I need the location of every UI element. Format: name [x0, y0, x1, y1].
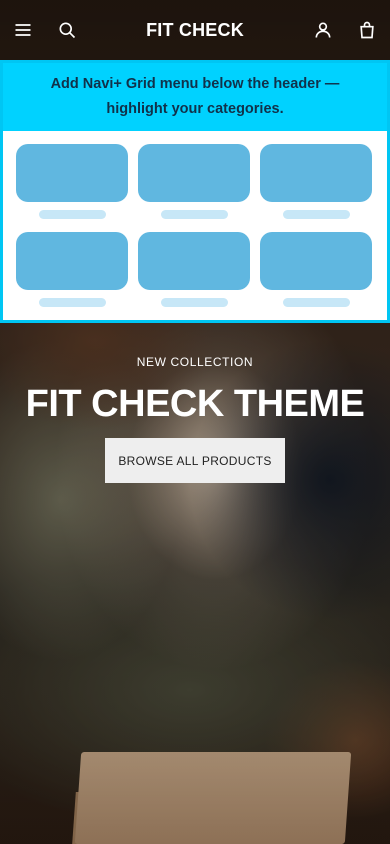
callout-message: Add Navi+ Grid menu below the header — h…	[50, 76, 340, 117]
category-tile-placeholder[interactable]	[260, 232, 372, 290]
category-label-placeholder	[282, 210, 350, 219]
category-label-placeholder	[160, 210, 228, 219]
category-label-placeholder	[38, 210, 106, 219]
category-grid-item[interactable]	[16, 144, 128, 219]
header-right-actions	[312, 19, 378, 41]
category-grid	[3, 131, 387, 307]
navi-grid-callout: Add Navi+ Grid menu below the header — h…	[0, 60, 390, 323]
category-label-placeholder	[38, 298, 106, 307]
category-grid-item[interactable]	[16, 232, 128, 307]
search-icon[interactable]	[56, 19, 78, 41]
site-header: FIT CHECK	[0, 0, 390, 60]
browse-all-products-button[interactable]: BROWSE ALL PRODUCTS	[105, 438, 285, 483]
shopping-bag-icon[interactable]	[356, 19, 378, 41]
hero-section: NEW COLLECTION FIT CHECK THEME BROWSE AL…	[0, 355, 390, 483]
category-grid-item[interactable]	[260, 232, 372, 307]
hamburger-menu-icon[interactable]	[12, 19, 34, 41]
category-grid-item[interactable]	[138, 144, 250, 219]
category-tile-placeholder[interactable]	[138, 232, 250, 290]
category-grid-item[interactable]	[138, 232, 250, 307]
callout-banner: Add Navi+ Grid menu below the header — h…	[3, 63, 387, 131]
user-icon[interactable]	[312, 19, 334, 41]
category-grid-item[interactable]	[260, 144, 372, 219]
category-tile-placeholder[interactable]	[260, 144, 372, 202]
header-left-actions	[12, 19, 78, 41]
hero-title: FIT CHECK THEME	[25, 383, 365, 425]
category-tile-placeholder[interactable]	[16, 232, 128, 290]
category-label-placeholder	[282, 298, 350, 307]
category-tile-placeholder[interactable]	[16, 144, 128, 202]
category-tile-placeholder[interactable]	[138, 144, 250, 202]
hero-eyebrow: NEW COLLECTION	[136, 355, 254, 369]
category-label-placeholder	[160, 298, 228, 307]
